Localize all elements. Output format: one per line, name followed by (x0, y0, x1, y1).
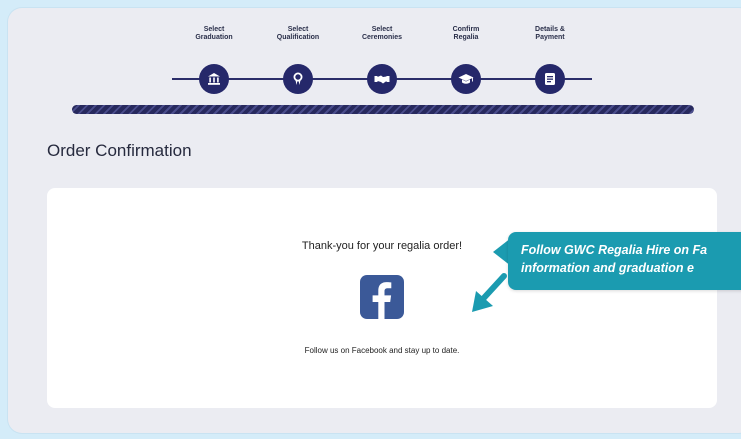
step-payment-button[interactable] (535, 64, 565, 94)
step-label-ceremonies[interactable]: Select Ceremonies (347, 26, 417, 42)
step-label-line: Regalia (453, 34, 479, 41)
step-label-line: Qualification (276, 34, 320, 41)
callout-line: Follow GWC Regalia Hire on Fa (521, 243, 708, 257)
annotation-callout: Follow GWC Regalia Hire on Fa informatio… (508, 232, 741, 290)
step-label-line: Ceremonies (361, 34, 403, 41)
step-label-regalia[interactable]: Confirm Regalia (431, 26, 501, 42)
page-title: Order Confirmation (47, 141, 192, 160)
handshake-icon (374, 75, 390, 84)
step-label-line: Payment (535, 34, 565, 41)
progress-bar (72, 105, 694, 114)
document-icon (545, 73, 555, 85)
facebook-icon[interactable] (360, 275, 404, 319)
step-ceremonies-button[interactable] (367, 64, 397, 94)
callout-line: information and graduation e (521, 261, 694, 275)
callout-arrow-icon (472, 273, 507, 312)
step-label-graduation[interactable]: Select Graduation (179, 26, 249, 42)
stepper-labels: Select Graduation Select Qualification S… (0, 26, 741, 56)
bank-icon (208, 73, 220, 85)
step-label-line: Details & (535, 26, 565, 33)
confirmation-card: Thank-you for your regalia order! Follow… (47, 188, 717, 408)
step-label-line: Select (203, 26, 225, 33)
callout-text: Follow GWC Regalia Hire on Fa informatio… (521, 241, 741, 277)
facebook-follow-text: Follow us on Facebook and stay up to dat… (304, 346, 460, 355)
step-label-qualification[interactable]: Select Qualification (263, 26, 333, 42)
step-label-line: Graduation (195, 34, 233, 41)
step-label-line: Confirm (452, 26, 480, 33)
step-graduation-button[interactable] (199, 64, 229, 94)
step-qualification-button[interactable] (283, 64, 313, 94)
step-regalia-button[interactable] (451, 64, 481, 94)
graduation-cap-icon (458, 74, 474, 84)
step-label-payment[interactable]: Details & Payment (515, 26, 585, 42)
step-label-line: Select (371, 26, 393, 33)
step-label-line: Select (287, 26, 309, 33)
certificate-icon (293, 72, 303, 85)
